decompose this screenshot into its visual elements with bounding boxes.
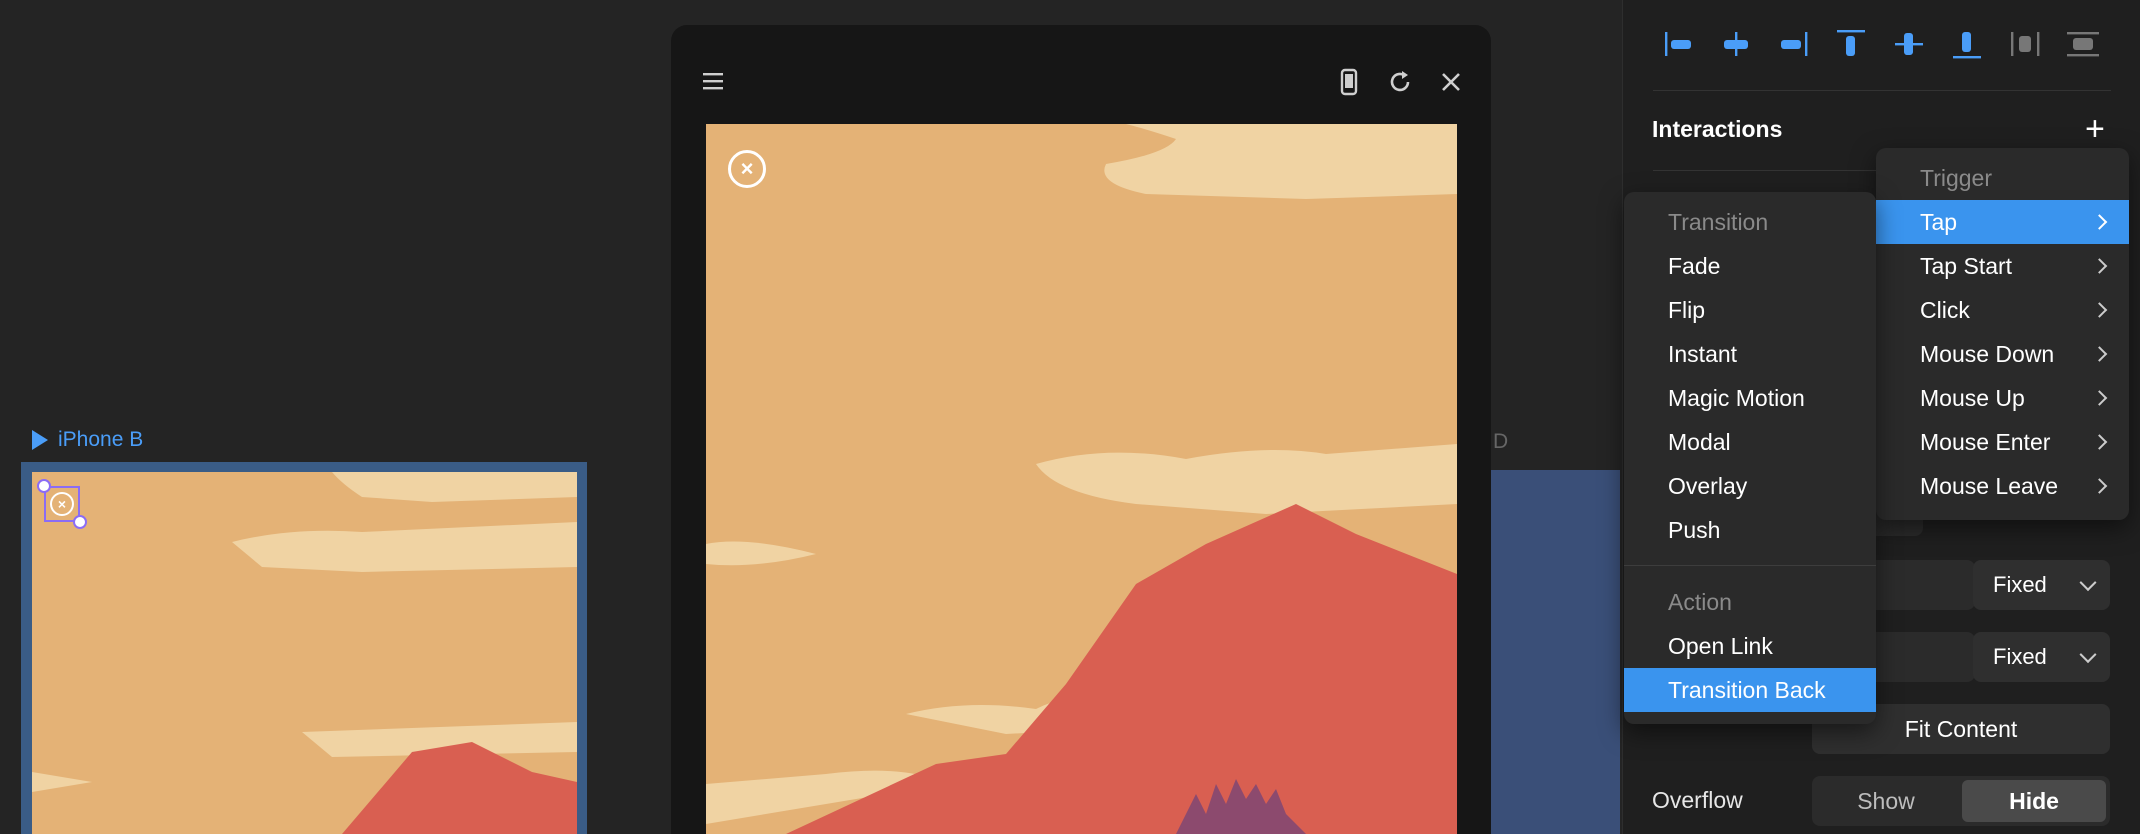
play-icon[interactable] xyxy=(32,430,48,450)
transition-flip[interactable]: Flip xyxy=(1624,288,1876,332)
device-icon[interactable] xyxy=(1339,68,1359,96)
align-left-icon[interactable] xyxy=(1659,24,1699,64)
interactions-heading: Interactions xyxy=(1652,116,1783,142)
distribute-vertical-icon[interactable] xyxy=(2063,24,2103,64)
divider xyxy=(1653,90,2111,91)
transition-menu: Transition Fade Flip Instant Magic Motio… xyxy=(1624,192,1876,724)
preview-window: × xyxy=(671,25,1491,834)
overflow-label: Overflow xyxy=(1652,787,1743,813)
resize-handle-top-left[interactable] xyxy=(37,479,51,493)
align-bottom-icon[interactable] xyxy=(1947,24,1987,64)
close-icon[interactable]: × xyxy=(728,150,766,188)
transition-header: Transition xyxy=(1668,208,1769,235)
align-center-vertical-icon[interactable] xyxy=(1889,24,1929,64)
transition-instant[interactable]: Instant xyxy=(1624,332,1876,376)
trigger-mouse-up[interactable]: Mouse Up xyxy=(1876,376,2129,420)
distribute-horizontal-icon[interactable] xyxy=(2005,24,2045,64)
menu-divider xyxy=(1624,565,1876,566)
chevron-right-icon xyxy=(2091,478,2108,494)
chevron-right-icon xyxy=(2091,434,2108,450)
trigger-mouse-down[interactable]: Mouse Down xyxy=(1876,332,2129,376)
transition-push[interactable]: Push xyxy=(1624,508,1876,552)
overflow-segmented-control[interactable]: Show Hide xyxy=(1812,776,2110,826)
chevron-right-icon xyxy=(2091,214,2108,230)
height-mode-select[interactable]: Fixed xyxy=(1973,632,2110,682)
preview-toolbar xyxy=(671,25,1491,125)
transition-magic-motion[interactable]: Magic Motion xyxy=(1624,376,1876,420)
trigger-mouse-leave[interactable]: Mouse Leave xyxy=(1876,464,2129,508)
frame-d[interactable] xyxy=(1480,470,1620,834)
action-open-link[interactable]: Open Link xyxy=(1624,624,1876,668)
trigger-header: Trigger xyxy=(1920,164,1992,191)
chevron-right-icon xyxy=(2091,346,2108,362)
trigger-tap-start[interactable]: Tap Start xyxy=(1876,244,2129,288)
action-transition-back[interactable]: Transition Back xyxy=(1624,668,1876,712)
chevron-right-icon xyxy=(2091,390,2108,406)
align-right-icon[interactable] xyxy=(1773,24,1813,64)
close-icon[interactable] xyxy=(1439,70,1463,94)
frame-name: iPhone B xyxy=(58,428,144,451)
trigger-tap[interactable]: Tap xyxy=(1876,200,2129,244)
trigger-click[interactable]: Click xyxy=(1876,288,2129,332)
transition-overlay[interactable]: Overlay xyxy=(1624,464,1876,508)
chevron-right-icon xyxy=(2091,302,2108,318)
resize-handle-bottom-right[interactable] xyxy=(73,515,87,529)
overflow-show-option[interactable]: Show xyxy=(1816,780,1956,822)
landscape-illustration xyxy=(706,124,1457,834)
transition-fade[interactable]: Fade xyxy=(1624,244,1876,288)
menu-icon[interactable] xyxy=(701,71,725,91)
transition-modal[interactable]: Modal xyxy=(1624,420,1876,464)
close-icon[interactable]: × xyxy=(50,492,74,516)
refresh-icon[interactable] xyxy=(1387,69,1413,95)
align-top-icon[interactable] xyxy=(1831,24,1871,64)
frame-label-iphone-b[interactable]: iPhone B xyxy=(32,428,143,452)
chevron-down-icon xyxy=(2079,574,2097,592)
frame-iphone-b[interactable] xyxy=(21,462,587,834)
overflow-hide-option[interactable]: Hide xyxy=(1962,780,2106,822)
action-header: Action xyxy=(1668,588,1732,615)
chevron-right-icon xyxy=(2091,258,2108,274)
chevron-down-icon xyxy=(2079,646,2097,664)
frame-label-d[interactable]: D xyxy=(1493,430,1508,454)
trigger-menu: Trigger Tap Tap Start Click Mouse Down M… xyxy=(1876,148,2129,520)
align-center-horizontal-icon[interactable] xyxy=(1716,24,1756,64)
preview-screen[interactable]: × xyxy=(706,124,1457,834)
height-input[interactable] xyxy=(1863,632,1975,682)
trigger-mouse-enter[interactable]: Mouse Enter xyxy=(1876,420,2129,464)
landscape-illustration-small xyxy=(32,472,577,834)
width-mode-select[interactable]: Fixed xyxy=(1973,560,2110,610)
frame-iphone-b-content xyxy=(32,472,577,834)
add-interaction-button[interactable]: + xyxy=(2085,112,2105,146)
width-input[interactable] xyxy=(1863,560,1975,610)
